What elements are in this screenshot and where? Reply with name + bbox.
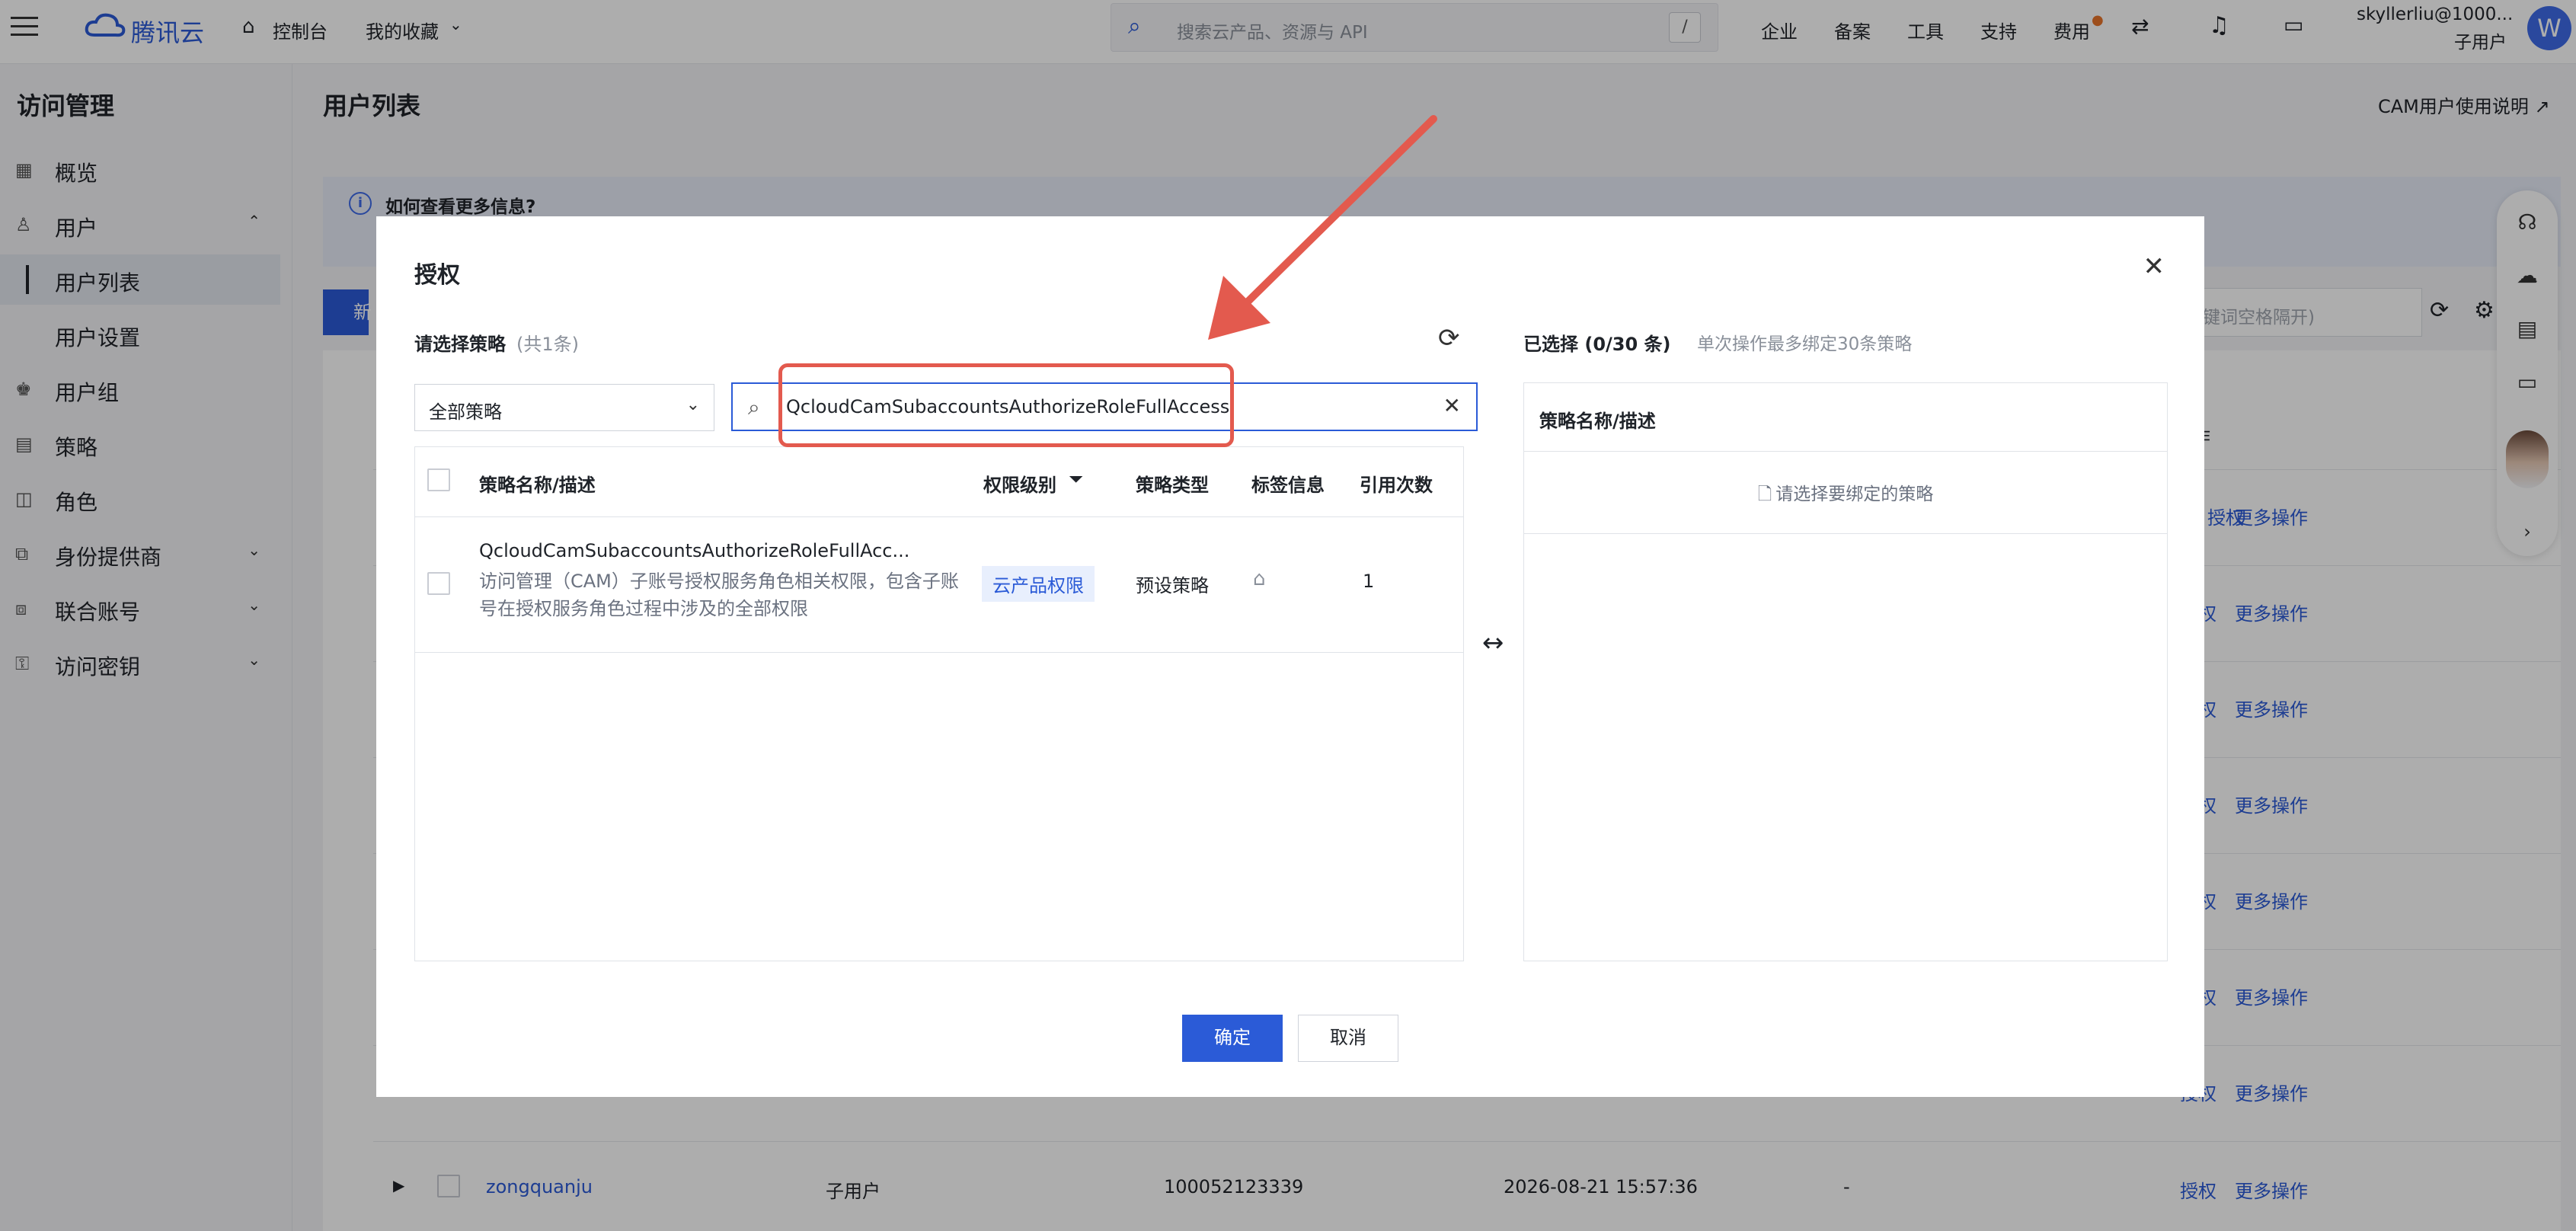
col-tags: 标签信息 xyxy=(1251,475,1325,496)
empty-state-text: 请选择要绑定的策略 xyxy=(1775,484,1934,504)
modal-title: 授权 xyxy=(414,262,460,289)
table-row[interactable]: QcloudCamSubaccountsAuthorizeRoleFullAcc… xyxy=(415,517,1463,653)
selected-policies-panel: 策略名称/描述 🗋 请选择要绑定的策略 xyxy=(1523,382,2168,961)
selection-limit-hint: 单次操作最多绑定30条策略 xyxy=(1697,334,1913,354)
policy-filter-value: 全部策略 xyxy=(429,401,502,423)
confirm-button[interactable]: 确定 xyxy=(1182,1015,1283,1062)
filter-icon[interactable]: ⏷ xyxy=(1069,468,1083,490)
ref-count: 1 xyxy=(1363,571,1375,592)
swap-arrows-icon: ↔ xyxy=(1482,628,1504,658)
close-icon[interactable]: ✕ xyxy=(2143,251,2165,282)
policy-description: 访问管理（CAM）子账号授权服务角色相关权限，包含子账号在授权服务角色过程中涉及… xyxy=(479,571,959,619)
selected-label: 已选择 (0/30 条) xyxy=(1523,329,1671,356)
select-policy-text: 请选择策略 xyxy=(414,334,506,355)
col-policy-type: 策略类型 xyxy=(1136,475,1209,496)
refresh-icon[interactable]: ⟳ xyxy=(1438,323,1460,353)
permission-level-badge: 云产品权限 xyxy=(982,566,1095,602)
selected-col-name: 策略名称/描述 xyxy=(1539,411,1656,432)
selected-count: (0/30 条) xyxy=(1584,334,1671,355)
col-permission-level: 权限级别 xyxy=(983,475,1056,496)
empty-state: 🗋 请选择要绑定的策略 xyxy=(1524,452,2167,534)
policy-filter-select[interactable]: 全部策略 ⌄ xyxy=(414,384,714,431)
col-ref-count: 引用次数 xyxy=(1360,475,1433,496)
selected-panel-header: 策略名称/描述 xyxy=(1524,383,2167,452)
col-name-desc: 策略名称/描述 xyxy=(479,475,596,496)
tag-icon[interactable]: ⌂ xyxy=(1253,568,1266,590)
row-checkbox[interactable] xyxy=(427,572,450,595)
clear-icon[interactable]: ✕ xyxy=(1443,393,1461,418)
policy-table: 策略名称/描述 权限级别 ⏷ 策略类型 标签信息 引用次数 QcloudCamS… xyxy=(414,446,1464,961)
chevron-down-icon: ⌄ xyxy=(686,395,700,414)
select-policy-label: 请选择策略 (共1条) xyxy=(414,329,579,356)
policy-count: (共1条) xyxy=(516,334,579,355)
policy-type: 预设策略 xyxy=(1136,575,1209,596)
selected-text: 已选择 xyxy=(1523,334,1578,355)
authorize-modal: 授权 ✕ 请选择策略 (共1条) ⟳ 全部策略 ⌄ ⌕ ✕ 策略名称/描述 权限级… xyxy=(376,216,2204,1097)
cancel-button[interactable]: 取消 xyxy=(1298,1015,1398,1062)
highlight-box xyxy=(778,363,1234,447)
document-icon: 🗋 xyxy=(1757,484,1772,504)
search-icon: ⌕ xyxy=(748,395,760,420)
policy-table-header: 策略名称/描述 权限级别 ⏷ 策略类型 标签信息 引用次数 xyxy=(415,447,1463,517)
select-all-checkbox[interactable] xyxy=(427,468,450,491)
policy-name: QcloudCamSubaccountsAuthorizeRoleFullAcc… xyxy=(479,540,910,561)
